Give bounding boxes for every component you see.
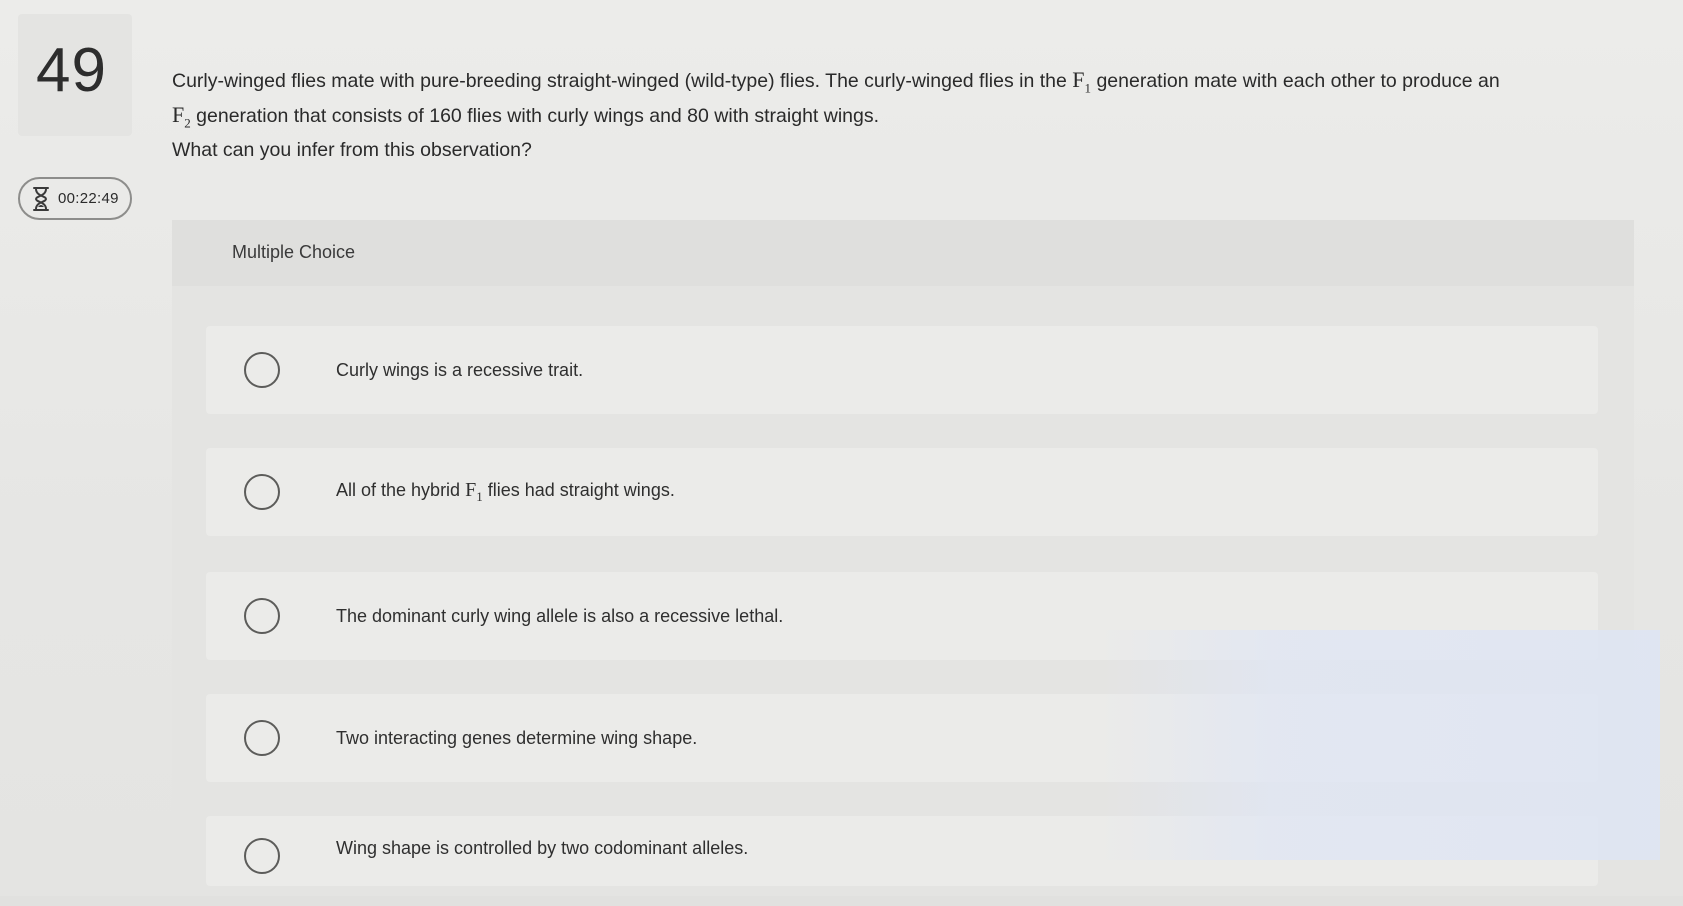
multiple-choice-title: Multiple Choice (232, 242, 356, 262)
question-prompt: Curly-winged flies mate with pure-breedi… (172, 66, 1632, 164)
choice-label: All of the hybrid F1 flies had straight … (336, 479, 675, 504)
quiz-page: 49 00:22:49 Curly-winged flies mate with… (0, 0, 1683, 906)
choice-option-5[interactable]: Wing shape is controlled by two codomina… (206, 816, 1598, 886)
timer-badge[interactable]: 00:22:49 (18, 177, 132, 220)
choice-label: The dominant curly wing allele is also a… (336, 605, 784, 626)
choice-option-4[interactable]: Two interacting genes determine wing sha… (206, 694, 1598, 782)
radio-circle-icon[interactable] (244, 598, 280, 634)
prompt-line-2: F2 generation that consists of 160 flies… (172, 101, 1632, 136)
choice-option-3[interactable]: The dominant curly wing allele is also a… (206, 572, 1598, 660)
timer-text: 00:22:49 (58, 190, 119, 207)
choice-label: Curly wings is a recessive trait. (336, 359, 584, 380)
prompt-text: Curly-winged flies mate with pure-breedi… (172, 70, 1067, 92)
choice-label: Two interacting genes determine wing sha… (336, 727, 698, 748)
choice-label: Wing shape is controlled by two codomina… (336, 838, 749, 858)
prompt-text: generation that consists of 160 flies wi… (196, 105, 880, 128)
multiple-choice-header (172, 220, 1634, 286)
question-number: 49 (36, 36, 107, 105)
radio-circle-icon[interactable] (244, 720, 280, 756)
prompt-text: generation mate with each other to produ… (1096, 70, 1500, 92)
radio-circle-icon[interactable] (244, 838, 280, 874)
choice-option-2[interactable]: All of the hybrid F1 flies had straight … (206, 448, 1598, 536)
prompt-line-1: Curly-winged flies mate with pure-breedi… (172, 66, 1632, 101)
radio-circle-icon[interactable] (244, 474, 280, 510)
hourglass-icon (32, 186, 50, 212)
choice-option-1[interactable]: Curly wings is a recessive trait. (206, 326, 1598, 414)
multiple-choice-panel: Multiple Choice Curly wings is a recessi… (172, 220, 1634, 886)
radio-circle-icon[interactable] (244, 352, 280, 388)
prompt-line-3: What can you infer from this observation… (172, 138, 532, 161)
bottom-edge (0, 896, 1683, 906)
f1-symbol: F1 (1072, 67, 1092, 96)
f2-symbol: F2 (172, 102, 191, 131)
f1-symbol: F1 (465, 479, 483, 504)
